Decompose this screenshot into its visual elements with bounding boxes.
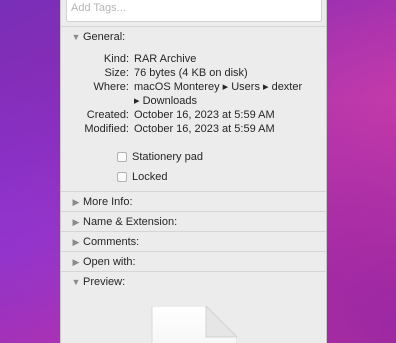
size-value: 76 bytes (4 KB on disk) xyxy=(134,67,248,79)
more-info-section-header[interactable]: ▶ More Info: xyxy=(61,193,326,212)
open-with-section-header[interactable]: ▶ Open with: xyxy=(61,253,326,272)
chevron-down-icon: ▼ xyxy=(71,277,81,287)
size-label: Size: xyxy=(104,67,129,79)
comments-section: ▶ Comments: xyxy=(61,233,326,252)
general-section-header[interactable]: ▼ General: xyxy=(61,28,326,47)
preview-section: ▼ Preview: xyxy=(61,273,326,292)
divider xyxy=(61,271,326,272)
more-info-section: ▶ More Info: xyxy=(61,193,326,212)
locked-label: Locked xyxy=(132,171,168,183)
name-extension-section: ▶ Name & Extension: xyxy=(61,213,326,232)
get-info-window: ▼ General: Kind: RAR Archive Size: 76 by… xyxy=(60,0,327,343)
created-label: Created: xyxy=(86,109,129,121)
preview-section-label: Preview: xyxy=(83,276,126,288)
open-with-section-label: Open with: xyxy=(83,256,136,268)
modified-value: October 16, 2023 at 5:59 AM xyxy=(134,123,275,135)
tags-input[interactable] xyxy=(66,0,322,22)
info-row-created: Created: October 16, 2023 at 5:59 AM xyxy=(61,108,326,122)
info-row-where: Where: macOS Monterey ▸ Users ▸ dexter xyxy=(61,80,326,94)
where-continued-value: ▸ Downloads xyxy=(134,95,197,107)
info-row-where-continued: ▸ Downloads xyxy=(61,94,326,108)
name-extension-section-header[interactable]: ▶ Name & Extension: xyxy=(61,213,326,232)
open-with-section: ▶ Open with: xyxy=(61,253,326,272)
kind-value: RAR Archive xyxy=(134,53,197,65)
preview-section-header[interactable]: ▼ Preview: xyxy=(61,273,326,292)
divider xyxy=(61,191,326,192)
where-value: macOS Monterey ▸ Users ▸ dexter xyxy=(134,81,303,93)
stationery-pad-checkbox[interactable] xyxy=(117,152,127,162)
locked-checkbox[interactable] xyxy=(117,172,127,182)
chevron-right-icon: ▶ xyxy=(72,237,80,247)
created-value: October 16, 2023 at 5:59 AM xyxy=(134,109,275,121)
chevron-right-icon: ▶ xyxy=(72,197,80,207)
general-section: ▼ General: xyxy=(61,28,326,47)
info-row-size: Size: 76 bytes (4 KB on disk) xyxy=(61,66,326,80)
more-info-section-label: More Info: xyxy=(83,196,133,208)
modified-label: Modified: xyxy=(84,123,129,135)
chevron-down-icon: ▼ xyxy=(71,32,81,42)
divider xyxy=(61,251,326,252)
comments-section-label: Comments: xyxy=(83,236,140,248)
locked-option[interactable]: Locked xyxy=(117,170,167,184)
divider xyxy=(61,26,326,27)
kind-label: Kind: xyxy=(103,53,129,65)
document-icon xyxy=(151,306,237,343)
name-extension-section-label: Name & Extension: xyxy=(83,216,178,228)
chevron-right-icon: ▶ xyxy=(72,217,80,227)
divider xyxy=(61,211,326,212)
info-row-kind: Kind: RAR Archive xyxy=(61,52,326,66)
stationery-pad-option[interactable]: Stationery pad xyxy=(117,150,203,164)
where-label: Where: xyxy=(93,81,129,93)
divider xyxy=(61,231,326,232)
comments-section-header[interactable]: ▶ Comments: xyxy=(61,233,326,252)
general-section-label: General: xyxy=(83,31,126,43)
chevron-right-icon: ▶ xyxy=(72,257,80,267)
stationery-pad-label: Stationery pad xyxy=(132,151,203,163)
info-row-modified: Modified: October 16, 2023 at 5:59 AM xyxy=(61,122,326,136)
